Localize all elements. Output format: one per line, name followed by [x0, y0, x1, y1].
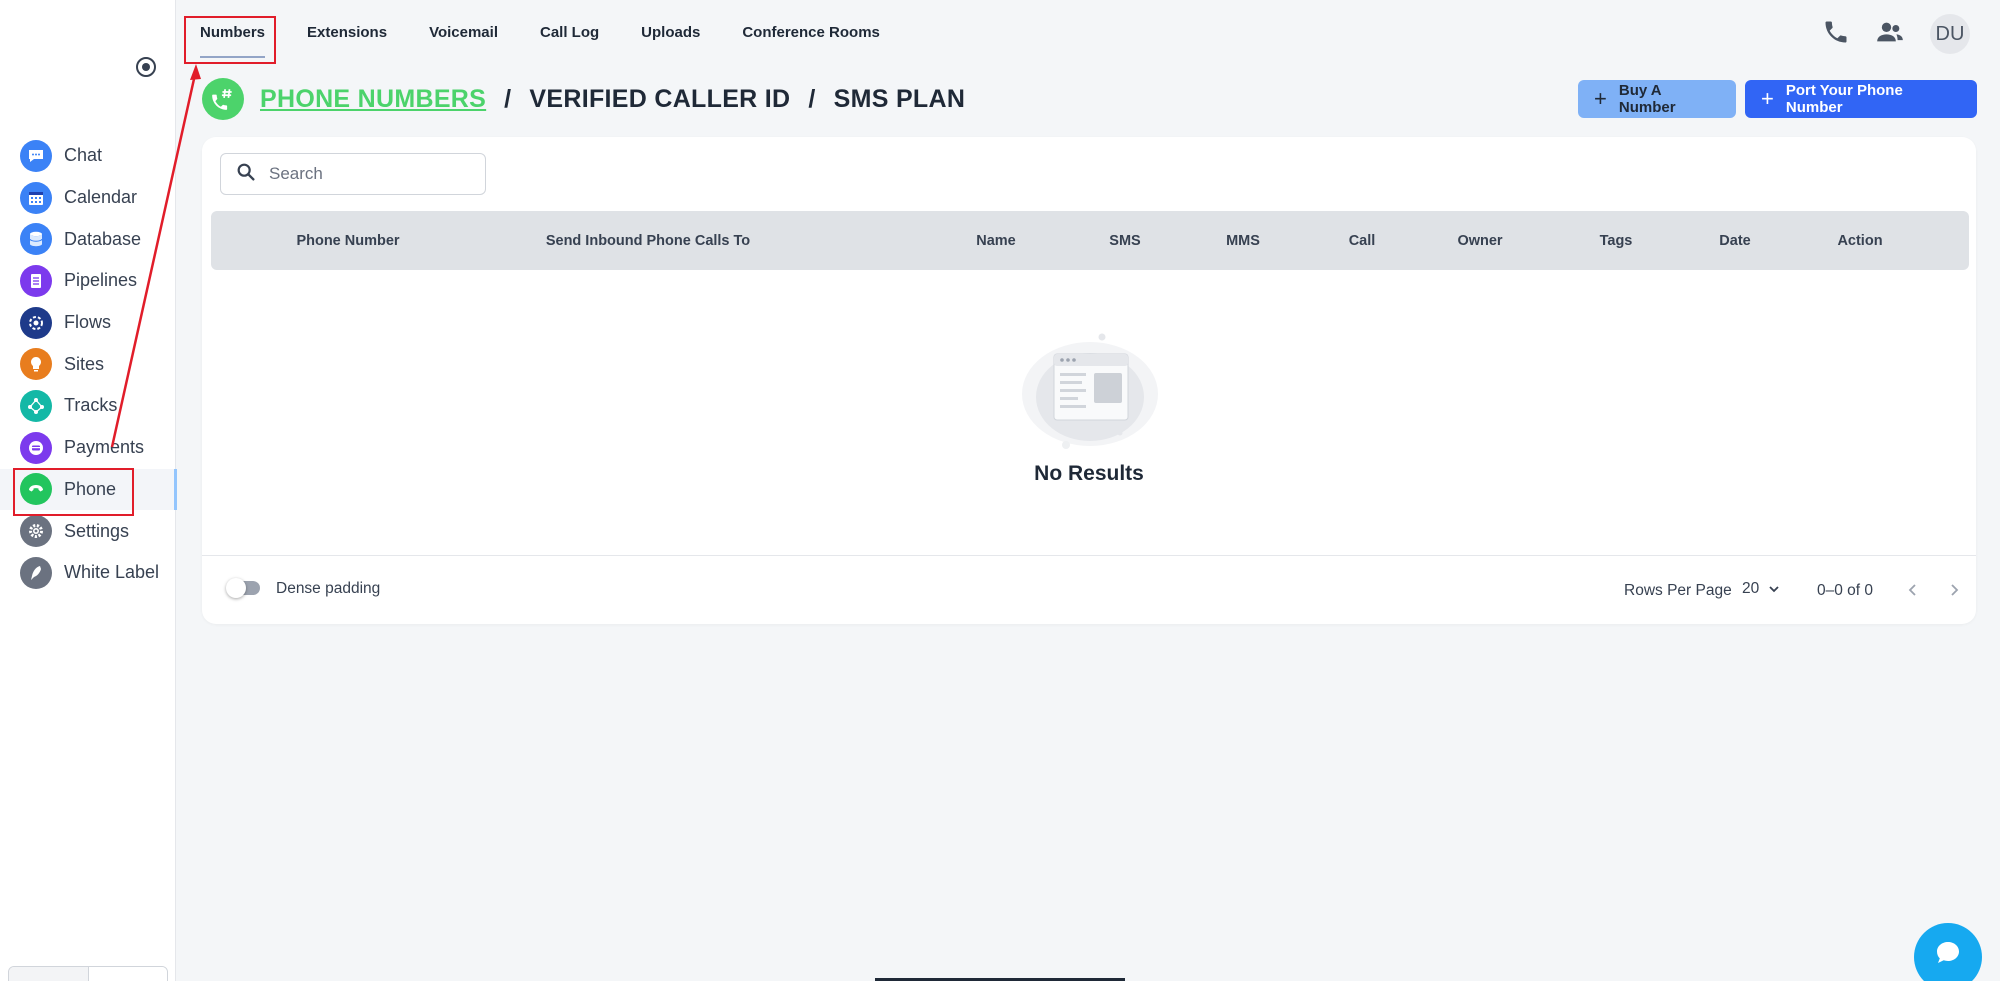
next-page-button[interactable] — [1943, 579, 1965, 601]
sidebar-item-label: Sites — [64, 353, 105, 374]
port-number-label: Port Your Phone Number — [1785, 82, 1903, 116]
crumb-phone-numbers[interactable]: PHONE NUMBERS — [260, 85, 486, 114]
sidebar-item-sites[interactable]: Sites — [0, 343, 176, 385]
buy-number-label: Buy A Number — [1618, 82, 1676, 116]
column-header[interactable]: Owner — [1457, 211, 1502, 270]
search-icon — [235, 161, 257, 188]
sidebar-item-calendar[interactable]: Calendar — [0, 177, 176, 219]
flows-icon — [20, 306, 52, 339]
empty-state-illustration — [1010, 327, 1170, 457]
column-header[interactable]: SMS — [1109, 211, 1140, 270]
settings-icon — [20, 515, 52, 548]
column-header[interactable]: Action — [1837, 211, 1882, 270]
database-icon — [20, 223, 52, 256]
sidebar-item-label: Settings — [64, 520, 130, 541]
sidebar-item-label: Pipelines — [64, 270, 138, 291]
chat-bubble-icon — [1937, 942, 1959, 963]
buy-number-button[interactable]: + Buy A Number — [1578, 80, 1736, 118]
annotation-highlight-phone — [13, 468, 134, 516]
column-header[interactable]: Name — [976, 211, 1016, 270]
column-header[interactable]: Date — [1719, 211, 1750, 270]
sidebar-item-chat[interactable]: Chat — [0, 135, 176, 177]
crumb-verified-caller-id[interactable]: VERIFIED CALLER ID — [529, 85, 790, 114]
tab-conference-rooms[interactable]: Conference Rooms — [726, 0, 896, 64]
numbers-table-card: Phone Number Send Inbound Phone Calls To… — [202, 137, 1976, 624]
dense-padding-toggle[interactable] — [226, 578, 264, 598]
sidebar-item-label: Flows — [64, 312, 112, 333]
breadcrumb: PHONE NUMBERS / VERIFIED CALLER ID / SMS… — [260, 85, 965, 114]
page-header: PHONE NUMBERS / VERIFIED CALLER ID / SMS… — [202, 78, 965, 120]
users-icon[interactable] — [1876, 18, 1904, 51]
sites-icon — [20, 348, 52, 381]
column-header[interactable]: MMS — [1226, 211, 1260, 270]
empty-state-text: No Results — [1034, 462, 1144, 485]
breadcrumb-separator: / — [504, 84, 512, 113]
sidebar-item-label: Chat — [64, 145, 103, 166]
rows-per-page-select[interactable]: 20 — [1742, 580, 1781, 598]
sidebar-item-label: White Label — [64, 562, 160, 583]
tab-uploads[interactable]: Uploads — [625, 0, 716, 64]
search-input[interactable] — [269, 164, 469, 184]
sidebar-item-pipelines[interactable]: Pipelines — [0, 260, 176, 302]
chevron-right-icon — [1951, 584, 1959, 596]
table-header: Phone Number Send Inbound Phone Calls To… — [211, 211, 1969, 270]
column-header[interactable]: Tags — [1600, 211, 1633, 270]
sidebar-bottom-switch[interactable] — [8, 966, 168, 981]
annotation-highlight-tab — [184, 16, 276, 64]
top-right-tools: DU — [1822, 14, 1970, 54]
plus-icon: + — [1594, 86, 1607, 111]
previous-page-button[interactable] — [1902, 579, 1924, 601]
crumb-sms-plan[interactable]: SMS PLAN — [834, 85, 966, 114]
rows-per-page-label: Rows Per Page — [1624, 582, 1732, 599]
sidebar-item-tracks[interactable]: Tracks — [0, 385, 176, 427]
sidebar-nav: Chat Calendar Database Pipelines Flows S… — [0, 135, 177, 594]
column-header[interactable]: Phone Number — [296, 211, 399, 270]
column-header[interactable]: Call — [1349, 211, 1376, 270]
column-header[interactable]: Send Inbound Phone Calls To — [546, 211, 750, 270]
sidebar-item-flows[interactable]: Flows — [0, 302, 176, 344]
breadcrumb-separator: / — [808, 84, 816, 113]
chat-widget-button[interactable] — [1914, 923, 1982, 981]
tracks-icon — [20, 389, 52, 422]
phone-hash-icon — [202, 78, 244, 120]
tab-call-log[interactable]: Call Log — [524, 0, 615, 64]
pagination-range: 0–0 of 0 — [1817, 582, 1874, 599]
payments-icon — [20, 431, 52, 464]
plus-icon: + — [1761, 86, 1774, 111]
tab-extensions[interactable]: Extensions — [291, 0, 403, 64]
chat-icon — [20, 139, 52, 172]
rows-per-page-value: 20 — [1742, 580, 1760, 597]
white-label-icon — [20, 556, 52, 589]
sidebar-item-label: Calendar — [64, 187, 138, 208]
calendar-icon — [20, 181, 52, 214]
avatar[interactable]: DU — [1930, 14, 1970, 54]
sidebar-item-label: Database — [64, 228, 142, 249]
tab-voicemail[interactable]: Voicemail — [413, 0, 514, 64]
dense-padding-label: Dense padding — [276, 580, 381, 597]
search-box[interactable] — [220, 153, 486, 195]
sidebar-item-white-label[interactable]: White Label — [0, 552, 176, 594]
sidebar-item-label: Tracks — [64, 395, 118, 416]
chevron-down-icon — [1769, 586, 1779, 593]
sidebar-item-settings[interactable]: Settings — [0, 510, 176, 552]
top-tabs: Numbers Extensions Voicemail Call Log Up… — [184, 0, 906, 64]
sidebar-item-label: Payments — [64, 437, 145, 458]
port-number-button[interactable]: + Port Your Phone Number — [1745, 80, 1977, 118]
sidebar-item-payments[interactable]: Payments — [0, 427, 176, 469]
sidebar-toggle-radio[interactable] — [136, 57, 156, 77]
sidebar-item-database[interactable]: Database — [0, 218, 176, 260]
pipelines-icon — [20, 264, 52, 297]
phone-icon[interactable] — [1822, 18, 1850, 51]
chevron-left-icon — [1908, 584, 1916, 596]
divider — [202, 555, 1976, 556]
